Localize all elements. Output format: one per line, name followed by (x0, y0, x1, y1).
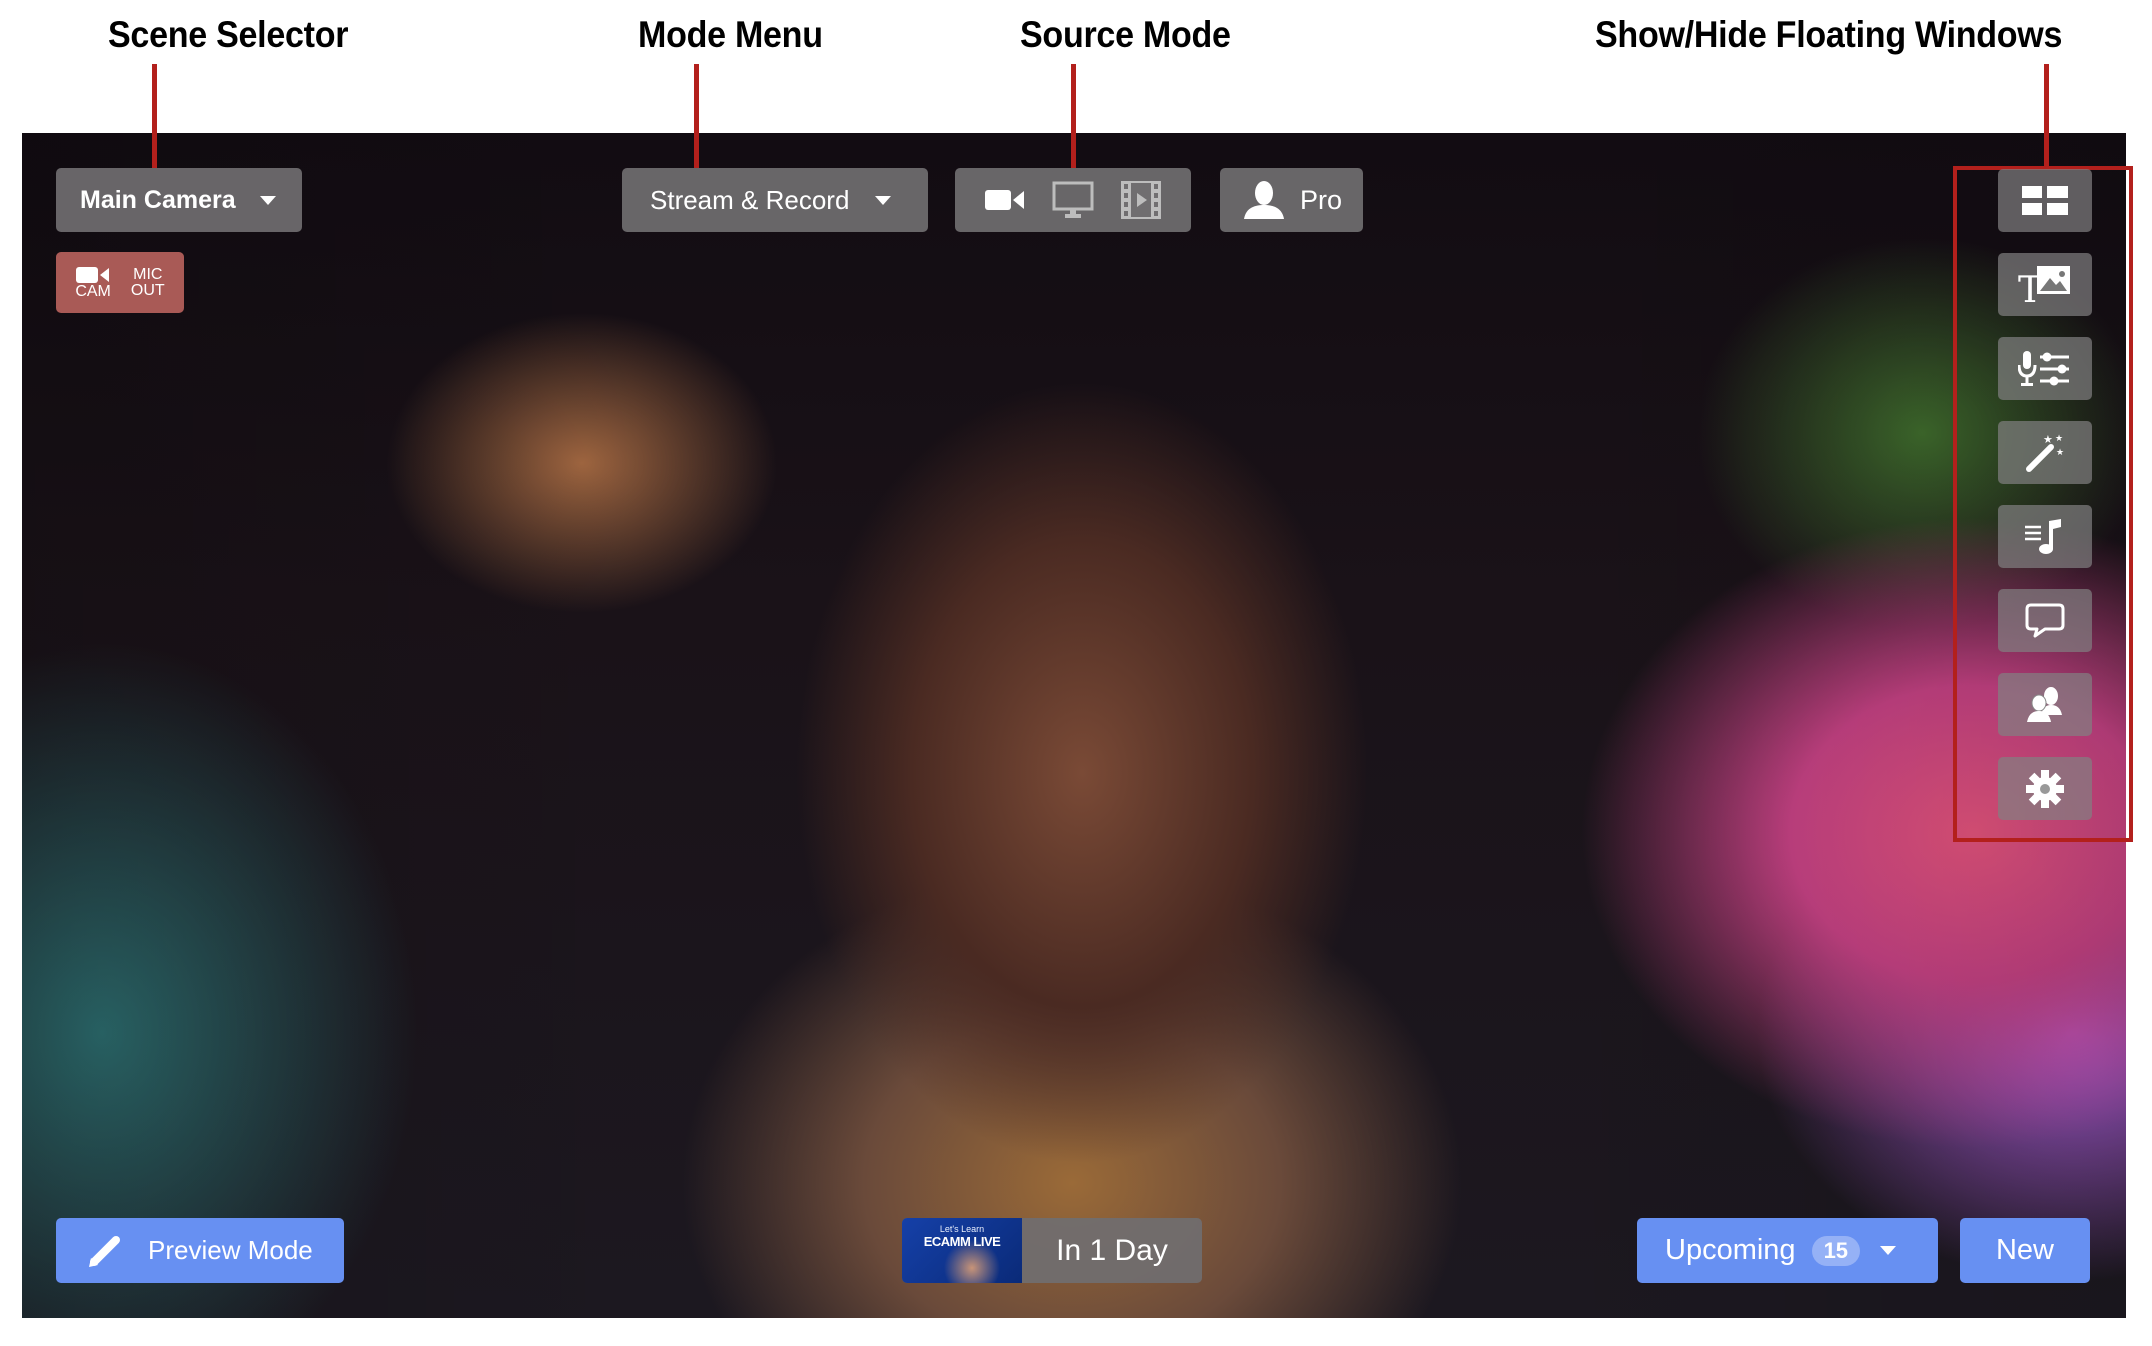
pointer-line-mode (694, 64, 699, 168)
upcoming-count-badge: 15 (1811, 1235, 1861, 1266)
plan-label: Pro (1300, 184, 1343, 215)
svg-text:★: ★ (2043, 434, 2053, 446)
mic-label: MIC (133, 265, 163, 283)
account-pro-button[interactable]: Pro (1220, 168, 1363, 232)
source-mode-selector[interactable] (955, 168, 1191, 232)
event-thumbnail-title: ECAMM LIVE (923, 1234, 1001, 1249)
chevron-down-icon (1880, 1246, 1897, 1255)
source-camera-button[interactable] (984, 188, 1025, 212)
comments-icon (2025, 603, 2065, 637)
new-broadcast-button[interactable]: New (1960, 1218, 2090, 1283)
scene-selector-dropdown[interactable]: Main Camera (56, 168, 302, 232)
chevron-down-icon (259, 195, 276, 205)
annotation-scene-selector: Scene Selector (108, 14, 349, 55)
mode-menu-label: Stream & Record (650, 184, 850, 215)
screen-share-icon (1052, 181, 1094, 218)
event-thumbnail-subtitle: Let's Learn (939, 1224, 985, 1234)
titles-overlay-icon: T (2018, 265, 2070, 304)
audio-mixer-icon (2018, 350, 2069, 386)
toggle-audio-button[interactable] (1998, 337, 2092, 400)
pointer-line-source (1071, 64, 1076, 168)
svg-text:★: ★ (2055, 433, 2063, 443)
pointer-line-floating (2044, 64, 2049, 168)
toggle-interview-button[interactable] (1998, 673, 2092, 736)
settings-gear-icon (2026, 769, 2064, 808)
cam-mic-status-badge[interactable]: CAM MIC OUT (56, 252, 184, 313)
scene-selector-label: Main Camera (80, 185, 236, 214)
cam-label: CAM (75, 282, 111, 300)
video-file-icon (1121, 181, 1162, 219)
source-screen-button[interactable] (1052, 181, 1094, 219)
annotation-source-mode: Source Mode (1020, 14, 1231, 55)
preview-mode-button[interactable]: Preview Mode (56, 1218, 344, 1283)
upcoming-label: Upcoming (1665, 1234, 1796, 1266)
video-preview (22, 133, 2126, 1318)
toggle-scenes-button[interactable] (1998, 169, 2092, 232)
pencil-icon (89, 1235, 120, 1267)
chevron-down-icon (875, 195, 892, 205)
toggle-soundboard-button[interactable] (1998, 505, 2092, 568)
pointer-line-scene (152, 64, 157, 168)
annotation-mode-menu: Mode Menu (638, 14, 823, 55)
svg-text:★: ★ (2056, 447, 2064, 457)
source-video-button[interactable] (1121, 181, 1162, 219)
upcoming-broadcasts-dropdown[interactable]: Upcoming 15 (1637, 1218, 1938, 1283)
toggle-titles-button[interactable]: T (1998, 253, 2092, 316)
scheduled-event-button[interactable]: Let's Learn ECAMM LIVE In 1 Day (902, 1218, 1202, 1283)
scene-grid-icon (2022, 185, 2068, 215)
toggle-settings-button[interactable] (1998, 757, 2092, 820)
event-time-label: In 1 Day (1056, 1233, 1168, 1267)
soundboard-icon (2025, 518, 2061, 554)
new-label: New (1995, 1234, 2054, 1266)
mode-menu-dropdown[interactable]: Stream & Record (622, 168, 928, 232)
camera-icon (76, 266, 110, 283)
interview-guests-icon (2027, 686, 2062, 722)
mic-status: MIC OUT (130, 265, 165, 299)
camera-icon (984, 190, 1024, 210)
video-shading (22, 133, 2126, 1318)
event-thumbnail: Let's Learn ECAMM LIVE (902, 1218, 1022, 1283)
annotation-floating-windows: Show/Hide Floating Windows (1595, 14, 2063, 55)
effects-wand-icon: ★ ★★ (2026, 433, 2064, 472)
cam-status: CAM (75, 266, 111, 300)
toggle-comments-button[interactable] (1998, 589, 2092, 652)
mic-out-label: OUT (130, 281, 165, 299)
preview-mode-label: Preview Mode (148, 1235, 313, 1265)
toggle-effects-button[interactable]: ★ ★ ★ (1998, 421, 2092, 484)
user-icon (1244, 181, 1284, 219)
